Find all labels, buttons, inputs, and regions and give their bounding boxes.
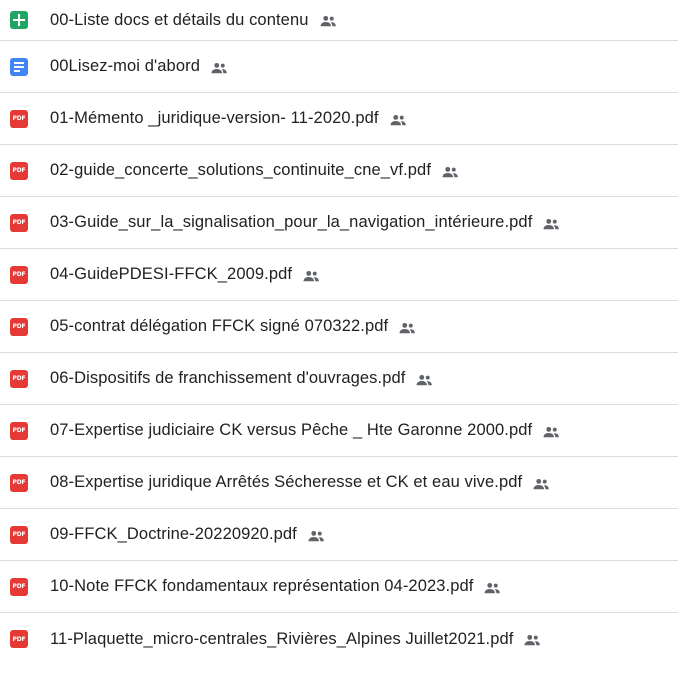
- people-icon: [542, 217, 560, 229]
- pdf-icon: PDF: [10, 577, 28, 596]
- people-icon: [441, 165, 459, 177]
- file-name[interactable]: 02-guide_concerte_solutions_continuite_c…: [50, 161, 431, 180]
- pdf-badge-text: PDF: [12, 583, 26, 590]
- file-name[interactable]: 05-contrat délégation FFCK signé 070322.…: [50, 317, 388, 336]
- file-row[interactable]: PDF 07-Expertise judiciaire CK versus Pêc…: [0, 405, 678, 457]
- people-icon: [302, 269, 320, 281]
- pdf-icon: PDF: [10, 161, 28, 180]
- pdf-badge-text: PDF: [12, 219, 26, 226]
- file-name[interactable]: 07-Expertise judiciaire CK versus Pêche …: [50, 421, 532, 440]
- people-icon: [415, 373, 433, 385]
- file-row[interactable]: PDF 05-contrat délégation FFCK signé 0703…: [0, 301, 678, 353]
- file-name[interactable]: 00-Liste docs et détails du contenu: [50, 11, 309, 30]
- file-row[interactable]: PDF 06-Dispositifs de franchissement d'ou…: [0, 353, 678, 405]
- people-icon: [210, 61, 228, 73]
- file-row[interactable]: PDF 09-FFCK_Doctrine-20220920.pdf: [0, 509, 678, 561]
- pdf-icon: PDF: [10, 109, 28, 128]
- pdf-badge-text: PDF: [12, 427, 26, 434]
- file-row[interactable]: PDF 01-Mémento _juridique-version- 11-202…: [0, 93, 678, 145]
- pdf-badge-text: PDF: [12, 271, 26, 278]
- pdf-icon: PDF: [10, 473, 28, 492]
- pdf-badge-text: PDF: [12, 115, 26, 122]
- pdf-badge-text: PDF: [12, 635, 26, 643]
- pdf-icon: PDF: [10, 630, 28, 648]
- file-row[interactable]: 00Lisez-moi d'abord: [0, 41, 678, 93]
- file-row[interactable]: PDF 03-Guide_sur_la_signalisation_pour_la…: [0, 197, 678, 249]
- people-icon: [307, 529, 325, 541]
- file-row[interactable]: PDF 04-GuidePDESI-FFCK_2009.pdf: [0, 249, 678, 301]
- pdf-badge-text: PDF: [12, 167, 26, 174]
- pdf-icon: PDF: [10, 265, 28, 284]
- pdf-badge-text: PDF: [12, 479, 26, 486]
- file-name[interactable]: 01-Mémento _juridique-version- 11-2020.p…: [50, 109, 379, 128]
- file-name[interactable]: 09-FFCK_Doctrine-20220920.pdf: [50, 525, 297, 544]
- people-icon: [319, 14, 337, 27]
- file-row[interactable]: 00-Liste docs et détails du contenu: [0, 0, 678, 41]
- file-name[interactable]: 03-Guide_sur_la_signalisation_pour_la_na…: [50, 213, 532, 232]
- people-icon: [389, 113, 407, 125]
- people-icon: [398, 321, 416, 333]
- file-row[interactable]: PDF 02-guide_concerte_solutions_continuit…: [0, 145, 678, 197]
- file-name[interactable]: 00Lisez-moi d'abord: [50, 57, 200, 76]
- file-row[interactable]: PDF 10-Note FFCK fondamentaux représentat…: [0, 561, 678, 613]
- pdf-badge-text: PDF: [12, 323, 26, 330]
- pdf-icon: PDF: [10, 317, 28, 336]
- people-icon: [523, 633, 541, 646]
- pdf-icon: PDF: [10, 213, 28, 232]
- pdf-icon: PDF: [10, 369, 28, 388]
- google-sheets-icon: [10, 11, 28, 29]
- pdf-badge-text: PDF: [12, 375, 26, 382]
- people-icon: [532, 477, 550, 489]
- google-docs-icon: [10, 57, 28, 76]
- people-icon: [542, 425, 560, 437]
- pdf-icon: PDF: [10, 421, 28, 440]
- people-icon: [483, 581, 501, 593]
- file-row[interactable]: PDF 11-Plaquette_micro-centrales_Rivières…: [0, 613, 678, 665]
- file-list: 00-Liste docs et détails du contenu 00Lis…: [0, 0, 678, 673]
- file-name[interactable]: 08-Expertise juridique Arrêtés Sécheress…: [50, 473, 522, 492]
- file-row[interactable]: PDF 08-Expertise juridique Arrêtés Sécher…: [0, 457, 678, 509]
- file-name[interactable]: 11-Plaquette_micro-centrales_Rivières_Al…: [50, 630, 513, 649]
- file-name[interactable]: 06-Dispositifs de franchissement d'ouvra…: [50, 369, 405, 388]
- file-name[interactable]: 10-Note FFCK fondamentaux représentation…: [50, 577, 473, 596]
- file-name[interactable]: 04-GuidePDESI-FFCK_2009.pdf: [50, 265, 292, 284]
- pdf-icon: PDF: [10, 525, 28, 544]
- pdf-badge-text: PDF: [12, 531, 26, 538]
